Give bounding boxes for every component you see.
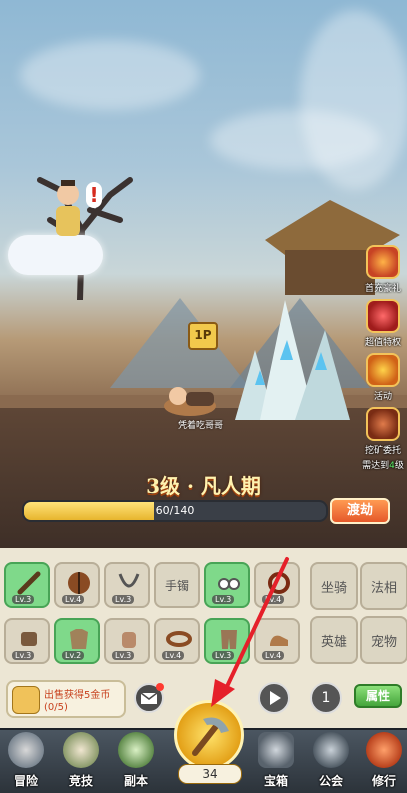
equip-slot-bracer[interactable]: Lv.3 (4, 618, 50, 664)
equip-slot-gloves[interactable]: Lv.3 (104, 618, 150, 664)
sky-mist (300, 10, 407, 190)
pickaxe-ring (174, 700, 244, 770)
nav-label: 修行 (371, 774, 396, 788)
nav-cultivation[interactable]: 修行 (358, 730, 407, 793)
activity-button[interactable]: 活动 (361, 353, 405, 405)
bracer-icon (21, 632, 37, 646)
sell-reward-box[interactable]: 出售获得5金币 (0/5) (6, 680, 126, 718)
slot-level: Lv.3 (112, 651, 135, 660)
nav-adventure[interactable]: 冒险 (0, 730, 52, 793)
sell-text: 出售获得5金币 (44, 690, 111, 701)
value-privilege-button[interactable]: 超值特权 (361, 299, 405, 351)
equip-slot-pants[interactable]: Lv.3 (204, 618, 250, 664)
exp-progress-text: 60/140 (155, 504, 195, 517)
nav-guild[interactable]: 公会 (305, 730, 357, 793)
chest-icon (258, 732, 294, 768)
nav-label: 冒险 (13, 774, 38, 788)
sage-npc[interactable] (46, 180, 90, 240)
exp-progress-bar: 60/140 (22, 500, 328, 522)
equip-slot-belt[interactable]: Lv.4 (154, 618, 200, 664)
activity-label: 活动 (373, 392, 392, 402)
equip-slot-necklace[interactable]: Lv.3 (104, 562, 150, 608)
ring-icon (268, 572, 290, 594)
gloves-icon (122, 632, 136, 648)
side-menu: 首充豪礼 超值特权 活动 挖矿委托 需达到4级 (361, 245, 405, 471)
slot-level: Lv.4 (262, 651, 285, 660)
immortal-cloud (8, 235, 103, 275)
necklace-icon (118, 573, 140, 588)
nav-label: 公会 (318, 774, 343, 788)
gift-icon (366, 245, 400, 279)
nav-dungeon[interactable]: 副本 (110, 730, 162, 793)
mining-commission-button[interactable]: 挖矿委托 需达到4级 (361, 407, 405, 471)
sell-count: (0/5) (44, 702, 68, 713)
spirit-crystal[interactable] (225, 280, 355, 420)
slot-level: Lv.3 (12, 595, 35, 604)
nav-label: 竞技 (68, 774, 93, 788)
play-icon (270, 691, 281, 705)
arena-icon (63, 732, 99, 768)
shield-icon (68, 572, 90, 594)
slot-level: Lv.3 (212, 595, 235, 604)
battle-scene: ! 1P 凭着吃哥哥 首充豪礼 超值特权 活动 挖矿委托 需达到4级 3级 · … (0, 0, 407, 548)
slot-level: Lv.3 (112, 595, 135, 604)
mail-button[interactable] (134, 683, 164, 713)
hero-button[interactable]: 英雄 (310, 616, 358, 664)
sky-mist (20, 40, 200, 110)
boots-icon (270, 635, 288, 646)
slot-level: Lv.4 (62, 595, 85, 604)
player-name: 凭着吃哥哥 (178, 421, 224, 431)
equip-slot-boots[interactable]: Lv.4 (254, 618, 300, 664)
nav-label: 副本 (123, 774, 148, 788)
equip-slot-armor[interactable]: Lv.2 (54, 618, 100, 664)
helmet-icon (8, 732, 44, 768)
tribulation-button[interactable]: 渡劫 (330, 498, 390, 524)
pickaxe-count: 34 (178, 764, 242, 784)
slot-level: Lv.2 (62, 651, 85, 660)
pickaxe-icon (192, 717, 229, 756)
nav-label: 宝箱 (263, 774, 288, 788)
gourd-icon (366, 732, 402, 768)
scroll-icon (118, 732, 154, 768)
mining-center-button[interactable]: 34 (172, 700, 248, 790)
first-recharge-button[interactable]: 首充豪礼 (361, 245, 405, 297)
earrings-icon (218, 578, 240, 590)
castle-icon (313, 732, 349, 768)
nav-chest[interactable]: 宝箱 (250, 730, 302, 793)
speed-button[interactable]: 1 (310, 682, 342, 714)
value-privilege-label: 超值特权 (364, 338, 401, 348)
slot-level: Lv.3 (12, 651, 35, 660)
mining-commission-label: 挖矿委托 (364, 446, 401, 456)
mount-button[interactable]: 坐骑 (310, 562, 358, 610)
notification-dot (156, 683, 164, 691)
slot-level: Lv.3 (212, 651, 235, 660)
dharma-button[interactable]: 法相 (360, 562, 407, 610)
equip-slot-shield[interactable]: Lv.4 (54, 562, 100, 608)
lantern-icon (366, 353, 400, 387)
equip-slot-sword[interactable]: Lv.3 (4, 562, 50, 608)
first-recharge-label: 首充豪礼 (364, 284, 401, 294)
nav-arena[interactable]: 竞技 (55, 730, 107, 793)
slot-level: Lv.4 (162, 651, 185, 660)
crown-icon (366, 299, 400, 333)
realm-title: 3级 · 凡人期 (146, 474, 261, 498)
exclamation-icon[interactable]: ! (86, 182, 102, 208)
pickaxe-chest-icon (366, 407, 400, 441)
equip-slot-ring[interactable]: Lv.4 (254, 562, 300, 608)
armor-icon (70, 629, 88, 649)
pet-button[interactable]: 宠物 (360, 616, 407, 664)
sell-icon (12, 686, 40, 714)
sword-icon (17, 571, 41, 595)
player-character[interactable] (160, 380, 220, 418)
slot-level: Lv.4 (262, 595, 285, 604)
equip-slot-earrings[interactable]: Lv.3 (204, 562, 250, 608)
pants-icon (221, 630, 237, 649)
player-marker: 1P (188, 322, 218, 350)
auto-play-button[interactable] (258, 682, 290, 714)
equip-slot-bracelet[interactable]: 手镯 (154, 562, 200, 608)
belt-icon (166, 631, 192, 647)
attributes-button[interactable]: 属性 (354, 684, 402, 708)
